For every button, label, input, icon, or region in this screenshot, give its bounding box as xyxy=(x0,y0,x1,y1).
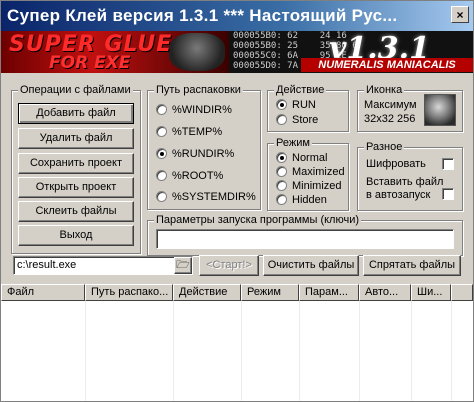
column-encrypt[interactable]: Ши... xyxy=(411,284,451,301)
title-bar[interactable]: Супер Клей версия 1.3.1 *** Настоящий Ру… xyxy=(1,1,473,31)
owl-icon xyxy=(169,33,225,71)
radio-store[interactable]: Store xyxy=(276,114,318,126)
grid-line xyxy=(85,301,86,401)
radio-label: %TEMP% xyxy=(172,126,223,138)
radio-temp[interactable]: %TEMP% xyxy=(156,126,222,138)
column-filler xyxy=(451,284,473,301)
radio-normal[interactable]: Normal xyxy=(276,152,327,164)
column-unpack-path[interactable]: Путь распако... xyxy=(85,284,173,301)
start-button[interactable]: <Старт!> xyxy=(199,255,259,276)
unpack-path-group: Путь распаковки %WINDIR% %TEMP% %RUNDIR%… xyxy=(147,84,261,210)
radio-rundir[interactable]: %RUNDIR% xyxy=(156,148,234,160)
banner-tagline: NUMERALIS MANIACALIS xyxy=(301,58,473,72)
icon-title: Иконка xyxy=(364,84,405,96)
radio-label: RUN xyxy=(292,99,316,111)
folder-open-icon[interactable]: 🗁 xyxy=(174,257,192,274)
delete-file-button[interactable]: Удалить файл xyxy=(18,128,134,149)
grid-line xyxy=(411,301,412,401)
clear-files-button[interactable]: Очистить файлы xyxy=(263,255,359,276)
file-list[interactable] xyxy=(1,301,473,401)
radio-indicator[interactable] xyxy=(156,104,167,115)
params-title: Параметры запуска программы (ключи) xyxy=(154,214,362,226)
action-group: Действие RUN Store xyxy=(267,84,349,132)
hide-files-button[interactable]: Спрятать файлы xyxy=(363,255,461,276)
icon-size: 32x32 256 xyxy=(364,113,416,125)
autorun-checkbox[interactable] xyxy=(442,188,454,200)
icon-name: Максимум xyxy=(364,99,417,111)
glue-files-button[interactable]: Склеить файлы xyxy=(18,201,134,222)
radio-indicator[interactable] xyxy=(156,148,167,159)
radio-indicator[interactable] xyxy=(276,180,287,191)
column-autorun[interactable]: Авто... xyxy=(359,284,411,301)
mode-group: Режим Normal Maximized Minimized Hidden xyxy=(267,137,349,211)
autorun-label-line2: в автозапуск xyxy=(366,189,431,201)
open-project-button[interactable]: Открыть проект xyxy=(18,177,134,198)
radio-indicator[interactable] xyxy=(276,194,287,205)
radio-indicator[interactable] xyxy=(276,99,287,110)
radio-label: %ROOT% xyxy=(172,170,224,182)
autorun-label-line1: Вставить файл xyxy=(366,176,444,188)
radio-maximized[interactable]: Maximized xyxy=(276,166,345,178)
radio-indicator[interactable] xyxy=(156,191,167,202)
radio-run[interactable]: RUN xyxy=(276,99,316,111)
grid-line xyxy=(299,301,300,401)
misc-title: Разное xyxy=(364,141,405,153)
params-group: Параметры запуска программы (ключи) xyxy=(147,214,463,256)
window-title: Супер Клей версия 1.3.1 *** Настоящий Ру… xyxy=(7,6,398,25)
radio-minimized[interactable]: Minimized xyxy=(276,180,342,192)
radio-windir[interactable]: %WINDIR% xyxy=(156,104,232,116)
radio-root[interactable]: %ROOT% xyxy=(156,170,223,182)
radio-label: %WINDIR% xyxy=(172,104,232,116)
radio-label: Hidden xyxy=(292,194,327,206)
wolf-icon[interactable] xyxy=(424,94,456,126)
main-window: Супер Клей версия 1.3.1 *** Настоящий Ру… xyxy=(0,0,474,402)
radio-label: %RUNDIR% xyxy=(172,148,235,160)
mode-title: Режим xyxy=(274,137,312,149)
save-project-button[interactable]: Сохранить проект xyxy=(18,153,134,174)
file-ops-title: Операции с файлами xyxy=(18,84,133,96)
radio-label: Store xyxy=(292,114,319,126)
banner: 000055B0: 62 24 16 000055B0: 25 35 80 6 … xyxy=(1,31,473,73)
exit-button[interactable]: Выход xyxy=(18,225,134,246)
column-params[interactable]: Парам... xyxy=(299,284,359,301)
column-mode[interactable]: Режим xyxy=(241,284,299,301)
radio-indicator[interactable] xyxy=(156,126,167,137)
grid-line xyxy=(241,301,242,401)
encrypt-checkbox[interactable] xyxy=(442,158,454,170)
icon-group: Иконка Максимум 32x32 256 xyxy=(357,84,463,132)
grid-line xyxy=(173,301,174,401)
radio-systemdir[interactable]: %SYSTEMDIR% xyxy=(156,191,256,203)
column-action[interactable]: Действие xyxy=(173,284,241,301)
file-list-header: Файл Путь распако... Действие Режим Пара… xyxy=(1,284,473,301)
file-ops-group: Операции с файлами Добавить файл Удалить… xyxy=(11,84,141,254)
unpack-path-title: Путь распаковки xyxy=(154,84,243,96)
misc-group: Разное Шифровать Вставить файл в автозап… xyxy=(357,141,463,211)
add-file-button[interactable]: Добавить файл xyxy=(18,103,134,124)
output-path-input[interactable]: c:\result.exe xyxy=(13,256,193,275)
radio-label: Minimized xyxy=(292,180,342,192)
radio-indicator[interactable] xyxy=(276,114,287,125)
encrypt-label: Шифровать xyxy=(366,158,426,170)
close-button[interactable]: × xyxy=(451,6,469,23)
params-input[interactable] xyxy=(156,229,454,249)
radio-indicator[interactable] xyxy=(156,170,167,181)
radio-label: %SYSTEMDIR% xyxy=(172,191,256,203)
banner-logo-subtitle: FOR EXE xyxy=(49,53,131,73)
radio-indicator[interactable] xyxy=(276,152,287,163)
grid-line xyxy=(359,301,360,401)
column-file[interactable]: Файл xyxy=(1,284,85,301)
radio-indicator[interactable] xyxy=(276,166,287,177)
grid-line xyxy=(451,301,452,401)
action-title: Действие xyxy=(274,84,327,96)
radio-hidden[interactable]: Hidden xyxy=(276,194,327,206)
radio-label: Normal xyxy=(292,152,328,164)
radio-label: Maximized xyxy=(292,166,345,178)
